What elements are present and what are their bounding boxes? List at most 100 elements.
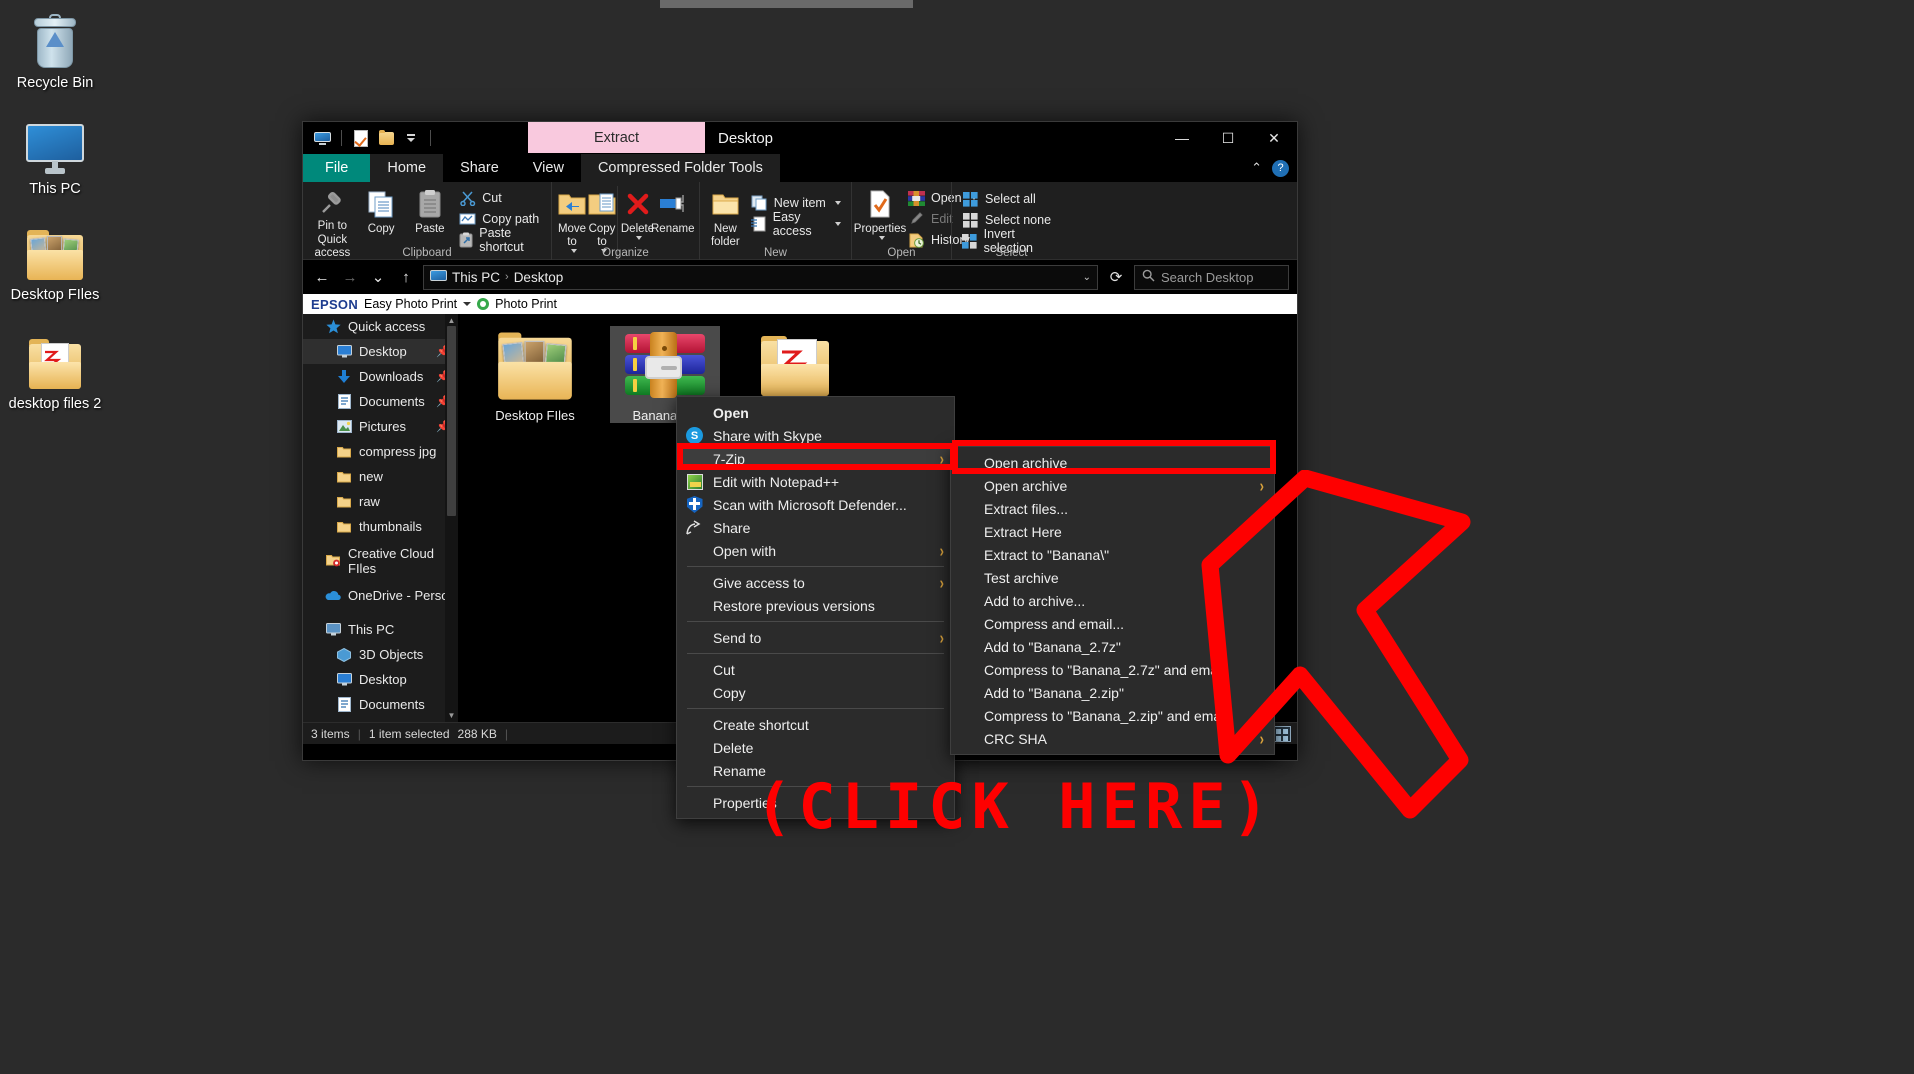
context-menu[interactable]: Open S Share with Skype 7-Zip › Edit wit… [676, 396, 955, 819]
folder-doc-icon [740, 326, 850, 404]
ribbon-group-organize: Move to Copy to [551, 182, 699, 260]
submenu-item-extract-files[interactable]: Extract files... [951, 497, 1274, 520]
breadcrumb-item-desktop[interactable]: Desktop [514, 270, 564, 285]
tab-file[interactable]: File [303, 154, 370, 182]
cut-button[interactable]: Cut [454, 189, 546, 207]
chevron-down-icon[interactable] [463, 302, 471, 306]
contextual-tab-extract[interactable]: Extract [528, 122, 705, 153]
submenu-item-compress-to-banana2-7z-and-email[interactable]: Compress to "Banana_2.7z" and email [951, 658, 1274, 681]
epson-photo-print-button[interactable]: Photo Print [495, 297, 557, 311]
customize-caret-icon[interactable] [402, 130, 420, 146]
menu-item-give-access-to[interactable]: Give access to › [677, 571, 954, 594]
submenu-item-extract-to-banana[interactable]: Extract to "Banana\" [951, 543, 1274, 566]
chevron-down-icon[interactable] [879, 236, 885, 240]
tab-compressed-folder-tools[interactable]: Compressed Folder Tools [581, 154, 780, 182]
properties-icon[interactable] [352, 130, 370, 146]
quick-access-toolbar[interactable] [303, 122, 434, 154]
scrollbar-thumb[interactable] [447, 326, 456, 516]
menu-item-restore-previous-versions[interactable]: Restore previous versions [677, 594, 954, 617]
chevron-down-icon[interactable]: ⌄ [1083, 272, 1091, 283]
menu-item-create-shortcut[interactable]: Create shortcut [677, 713, 954, 736]
submenu-item-add-to-banana2-7z[interactable]: Add to "Banana_2.7z" [951, 635, 1274, 658]
desktop-icon-this-pc[interactable]: This PC [0, 112, 110, 198]
submenu-item-open-archive[interactable]: Open archive [951, 451, 1274, 474]
nav-item-documents[interactable]: Documents 📌 [303, 389, 458, 414]
menu-item-cut[interactable]: Cut [677, 658, 954, 681]
maximize-button[interactable]: ☐ [1205, 122, 1251, 154]
explorer-icon[interactable] [313, 130, 331, 146]
large-icons-view-icon[interactable] [1273, 726, 1291, 742]
navigation-pane: Quick access Desktop 📌 Downloads 📌 [303, 314, 458, 722]
menu-item-scan-with-defender[interactable]: Scan with Microsoft Defender... [677, 493, 954, 516]
submenu-7zip[interactable]: Open archive Open archive › Extract file… [950, 446, 1275, 755]
menu-item-share[interactable]: Share [677, 516, 954, 539]
nav-item-compress-jpg[interactable]: compress jpg [303, 439, 458, 464]
menu-item-properties[interactable]: Properties [677, 791, 954, 814]
menu-item-rename[interactable]: Rename [677, 759, 954, 782]
new-folder-icon[interactable] [377, 130, 395, 146]
group-label-open: Open [852, 247, 951, 259]
submenu-item-crc-sha[interactable]: CRC SHA › [951, 727, 1274, 750]
submenu-item-compress-and-email[interactable]: Compress and email... [951, 612, 1274, 635]
file-item-desktop-files[interactable]: Desktop FIles [480, 326, 590, 423]
desktop-icon-desktop-files-2[interactable]: desktop files 2 [0, 327, 110, 413]
scroll-down-icon[interactable]: ▼ [445, 709, 458, 722]
nav-item-thumbnails[interactable]: thumbnails [303, 514, 458, 539]
back-button[interactable]: ← [311, 265, 333, 289]
refresh-button[interactable]: ⟳ [1104, 265, 1128, 289]
menu-item-share-with-skype[interactable]: S Share with Skype [677, 424, 954, 447]
forward-button[interactable]: → [339, 265, 361, 289]
tab-share[interactable]: Share [443, 154, 516, 182]
submenu-item-compress-to-banana2-zip-and-email[interactable]: Compress to "Banana_2.zip" and email [951, 704, 1274, 727]
nav-item-quick-access[interactable]: Quick access [303, 314, 458, 339]
nav-item-new[interactable]: new [303, 464, 458, 489]
blank-icon [685, 403, 704, 422]
desktop-icon-desktop-files[interactable]: Desktop FIles [0, 218, 110, 304]
nav-item-raw[interactable]: raw [303, 489, 458, 514]
close-button[interactable]: ✕ [1251, 122, 1297, 154]
breadcrumb-item-this-pc[interactable]: This PC [452, 270, 500, 285]
menu-item-copy[interactable]: Copy [677, 681, 954, 704]
submenu-item-add-to-archive[interactable]: Add to archive... [951, 589, 1274, 612]
minimize-button[interactable]: — [1159, 122, 1205, 154]
submenu-item-add-to-banana2-zip[interactable]: Add to "Banana_2.zip" [951, 681, 1274, 704]
desktop-icon-label: desktop files 2 [0, 395, 110, 413]
tab-home[interactable]: Home [370, 154, 443, 182]
paste-icon [417, 188, 443, 220]
navigation-scrollbar[interactable]: ▲ ▼ [445, 314, 458, 722]
menu-item-open[interactable]: Open [677, 401, 954, 424]
nav-item-documents-2[interactable]: Documents [303, 692, 458, 717]
button-label: Rename [651, 223, 694, 236]
nav-item-3d-objects[interactable]: 3D Objects [303, 642, 458, 667]
recent-locations-button[interactable]: ⌄ [367, 265, 389, 289]
nav-item-desktop-2[interactable]: Desktop [303, 667, 458, 692]
nav-item-label: Desktop [359, 344, 407, 359]
nav-item-creative-cloud-files[interactable]: Creative Cloud FIles [303, 548, 458, 573]
nav-item-downloads[interactable]: Downloads 📌 [303, 364, 458, 389]
menu-item-edit-with-notepadpp[interactable]: Edit with Notepad++ [677, 470, 954, 493]
easy-access-button[interactable]: Easy access [746, 215, 846, 233]
select-all-button[interactable]: Select all [957, 190, 1066, 208]
desktop-icon-recycle-bin[interactable]: Recycle Bin [0, 6, 110, 92]
nav-item-label: Creative Cloud FIles [348, 546, 458, 576]
tab-view[interactable]: View [516, 154, 581, 182]
breadcrumb[interactable]: This PC › Desktop ⌄ [423, 265, 1098, 290]
menu-item-delete[interactable]: Delete [677, 736, 954, 759]
collapse-ribbon-icon[interactable]: ⌃ [1251, 160, 1262, 176]
submenu-item-extract-here[interactable]: Extract Here [951, 520, 1274, 543]
submenu-item-test-archive[interactable]: Test archive [951, 566, 1274, 589]
menu-item-7zip[interactable]: 7-Zip › [677, 447, 954, 470]
help-icon[interactable]: ? [1272, 160, 1289, 177]
menu-item-open-with[interactable]: Open with › [677, 539, 954, 562]
up-button[interactable]: ↑ [395, 265, 417, 289]
nav-item-onedrive[interactable]: OneDrive - Person [303, 583, 458, 608]
nav-item-this-pc[interactable]: This PC [303, 617, 458, 642]
submenu-item-open-archive-sub[interactable]: Open archive › [951, 474, 1274, 497]
chevron-down-icon[interactable] [835, 201, 841, 205]
chevron-down-icon[interactable] [636, 236, 642, 240]
search-input[interactable]: Search Desktop [1134, 265, 1289, 290]
nav-item-pictures[interactable]: Pictures 📌 [303, 414, 458, 439]
menu-item-send-to[interactable]: Send to › [677, 626, 954, 649]
nav-item-desktop[interactable]: Desktop 📌 [303, 339, 458, 364]
chevron-down-icon[interactable] [835, 222, 841, 226]
